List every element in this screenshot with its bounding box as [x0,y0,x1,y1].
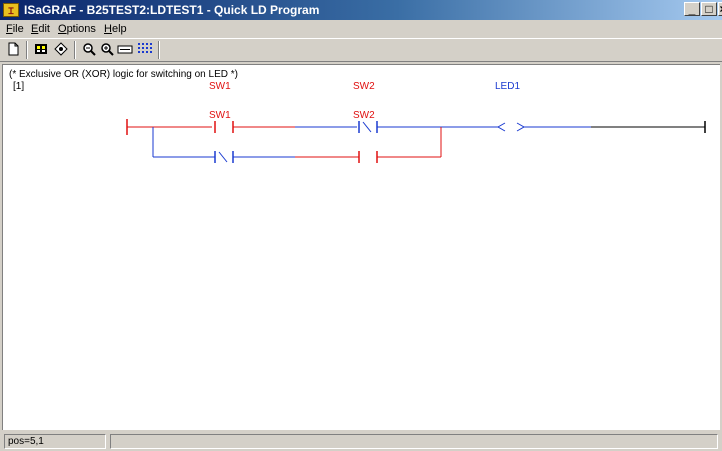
coil-led1[interactable] [496,122,526,132]
zoom-in-icon[interactable] [98,42,116,58]
title-bar: Ɪ ISaGRAF - B25TEST2:LDTEST1 - Quick LD … [0,0,722,20]
status-message-pane [110,434,718,449]
isagraf-app-icon[interactable]: Ɪ [3,3,19,17]
close-button[interactable]: × [718,2,722,16]
status-bar: pos=5,1 [0,432,722,451]
menu-help[interactable]: Help [104,23,127,35]
toolbar-separator [26,41,28,59]
menu-options[interactable]: Options [58,23,96,35]
minimize-button[interactable]: _ [684,2,700,16]
cursor-position: pos=5,1 [4,434,106,449]
toolbar-separator [158,41,160,59]
menu-bar: File Edit Options Help [0,20,722,38]
contact-sw2-negated[interactable] [358,121,378,133]
maximize-button[interactable]: □ [701,2,717,16]
menu-file[interactable]: File [6,23,24,35]
contact-sw2-branch[interactable] [358,151,378,163]
ladder-editor-canvas[interactable]: (* Exclusive OR (XOR) logic for switchin… [2,64,720,430]
fit-width-icon[interactable] [116,42,134,58]
toolbar-separator [74,41,76,59]
grid-icon[interactable] [136,42,154,58]
dictionary-icon[interactable] [32,42,50,58]
variables-icon[interactable] [52,42,70,58]
new-document-icon[interactable] [4,42,22,58]
contact-sw1[interactable] [214,121,234,133]
menu-edit[interactable]: Edit [31,23,50,35]
ladder-diagram [126,119,706,163]
toolbar [0,38,722,62]
contact-sw1-negated[interactable] [214,151,234,163]
zoom-out-icon[interactable] [80,42,98,58]
window-title: ISaGRAF - B25TEST2:LDTEST1 - Quick LD Pr… [24,3,320,17]
